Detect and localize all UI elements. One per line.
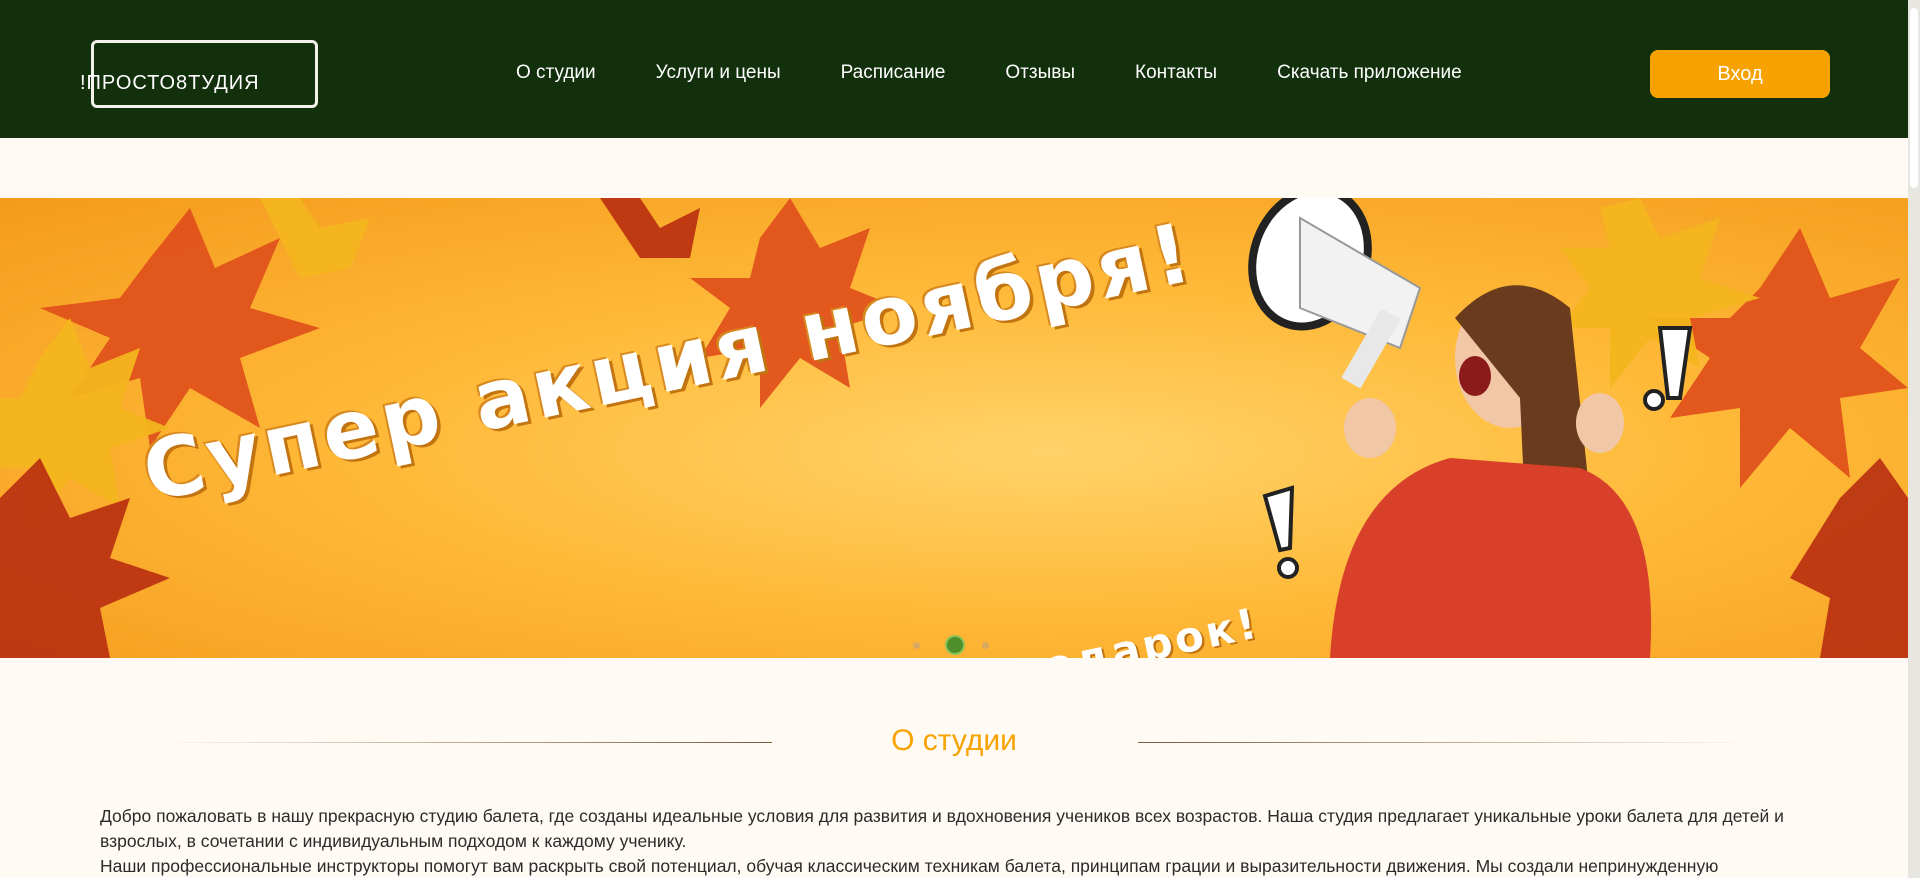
nav-item-services-prices[interactable]: Услуги и цены — [656, 62, 781, 84]
promo-banner[interactable]: Супер акция ноября! 2 занятия в подарок! — [0, 198, 1908, 658]
about-divider-right — [1138, 742, 1755, 743]
about-paragraph: Наши профессиональные инструкторы помогу… — [100, 856, 1719, 876]
carousel-dot-1[interactable] — [913, 642, 920, 649]
nav-item-about[interactable]: О студии — [516, 62, 596, 84]
page-scrollbar[interactable] — [1908, 0, 1920, 878]
carousel-dot-2-active[interactable] — [945, 635, 965, 655]
nav-item-reviews[interactable]: Отзывы — [1005, 62, 1075, 84]
nav-item-download-app[interactable]: Скачать приложение — [1277, 62, 1462, 84]
logo-text: !ПРОСТО8ТУДИЯ — [80, 72, 260, 94]
login-button[interactable]: Вход — [1650, 50, 1830, 98]
nav-item-contacts[interactable]: Контакты — [1135, 62, 1217, 84]
about-title: О студии — [891, 724, 1017, 757]
carousel-dot-3[interactable] — [982, 642, 989, 649]
logo[interactable]: !ПРОСТО8ТУДИЯ — [80, 40, 318, 108]
carousel-dots — [0, 633, 1908, 657]
nav-item-schedule[interactable]: Расписание — [841, 62, 946, 84]
about-text: Добро пожаловать в нашу прекрасную студи… — [100, 804, 1820, 878]
main-nav: О студии Услуги и цены Расписание Отзывы… — [516, 62, 1522, 84]
scrollbar-thumb[interactable] — [1910, 8, 1918, 188]
site-header: !ПРОСТО8ТУДИЯ О студии Услуги и цены Рас… — [0, 0, 1908, 138]
megaphone-illustration — [1248, 198, 1422, 389]
about-paragraph: Добро пожаловать в нашу прекрасную студи… — [100, 806, 1784, 851]
